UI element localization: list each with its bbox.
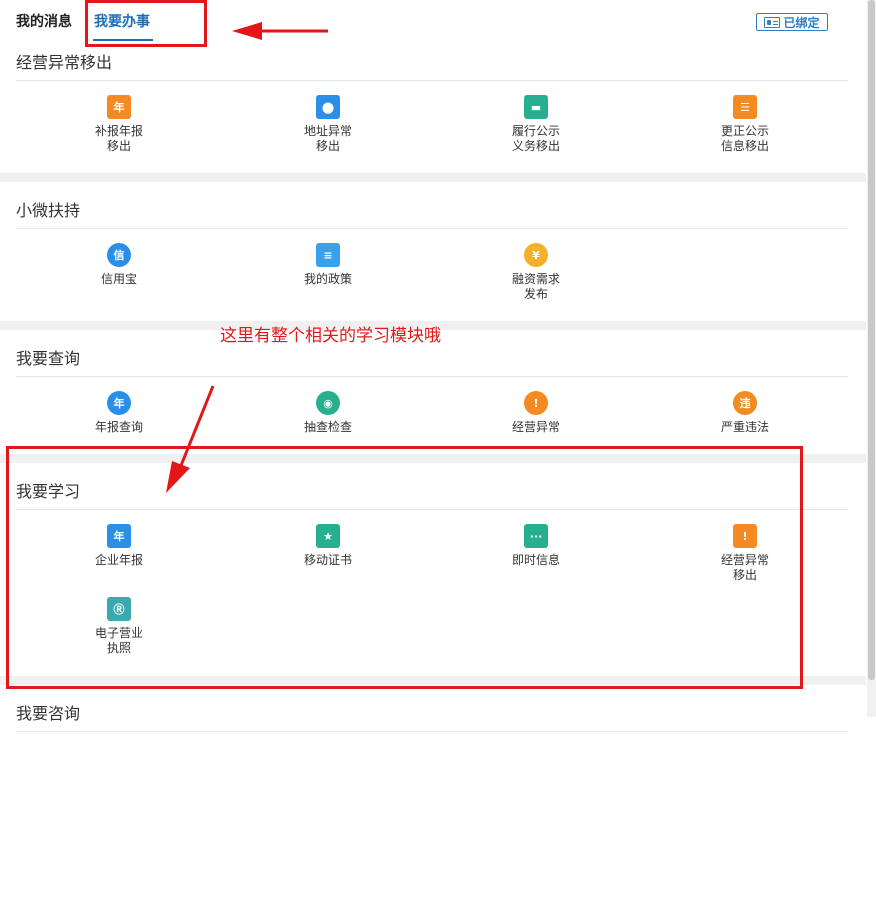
arrow-to-learning xyxy=(166,385,215,493)
section-4: 我要咨询 xyxy=(0,700,866,900)
annotation-arrows xyxy=(166,22,328,493)
section-divider xyxy=(16,731,848,732)
arrow-to-tab xyxy=(232,22,328,40)
